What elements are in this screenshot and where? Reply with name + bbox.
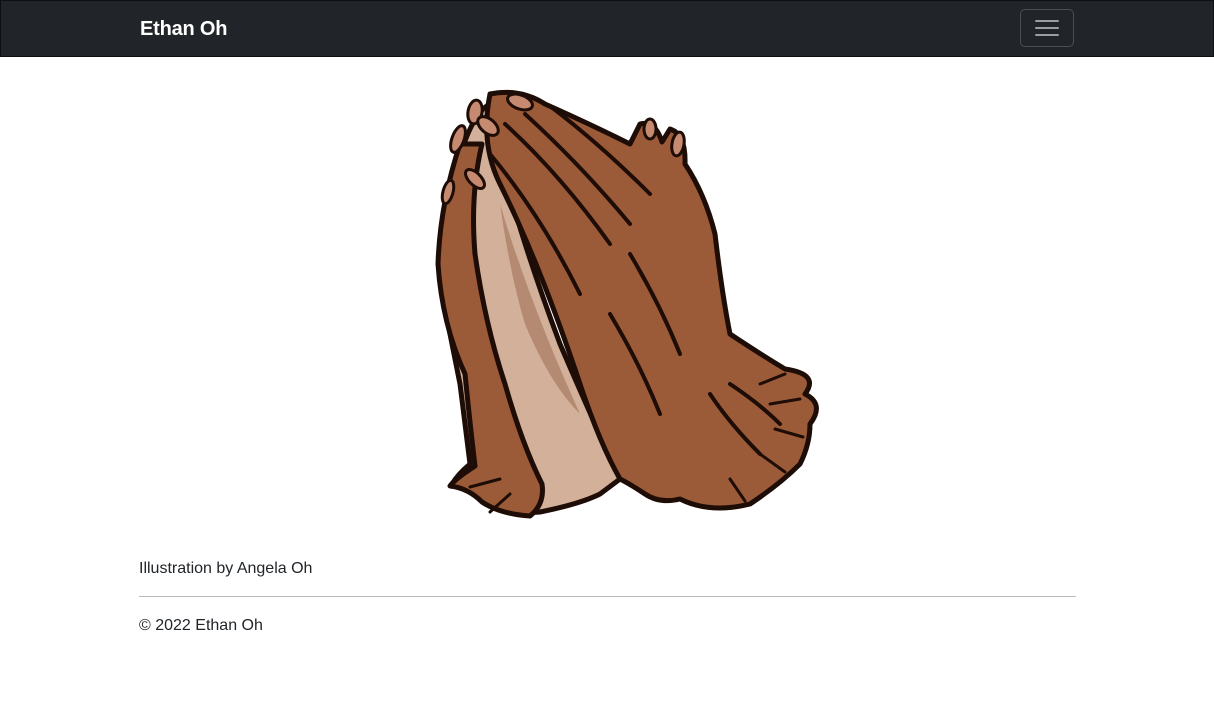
copyright-text: © 2022 Ethan Oh xyxy=(139,617,263,634)
illustration-caption: Illustration by Angela Oh xyxy=(139,560,313,577)
navbar-toggler-button[interactable] xyxy=(1020,9,1074,47)
brand-link[interactable]: Ethan Oh xyxy=(140,17,227,41)
praying-hands-illustration xyxy=(435,89,819,519)
top-navbar: Ethan Oh xyxy=(0,0,1214,57)
footer-divider xyxy=(139,596,1076,597)
